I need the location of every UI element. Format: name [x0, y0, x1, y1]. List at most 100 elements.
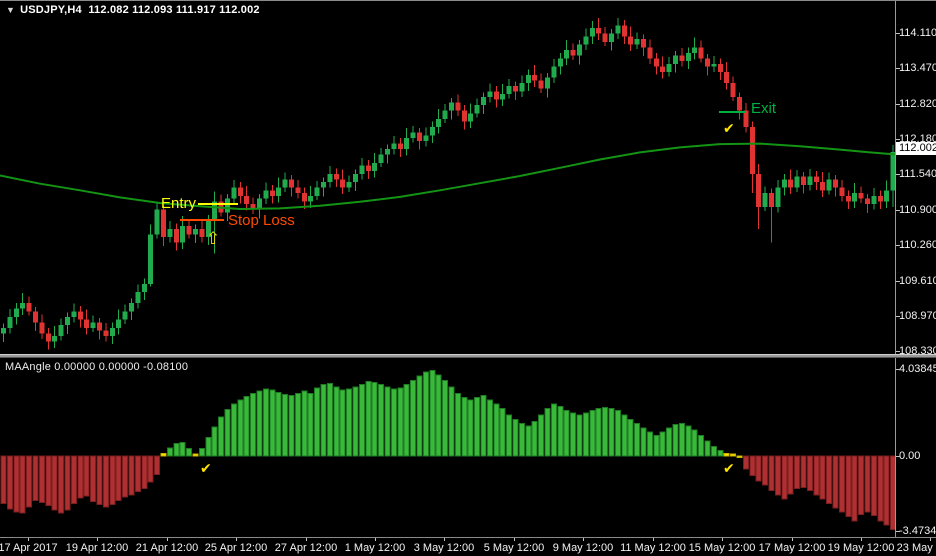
candlestick — [750, 122, 755, 194]
histogram-bar — [391, 389, 396, 456]
candlestick — [743, 103, 748, 133]
histogram-bar — [865, 456, 870, 512]
histogram-bar — [46, 456, 51, 506]
candlestick — [321, 178, 326, 197]
time-axis-label: 1 May 12:00 — [345, 542, 406, 554]
histogram-bar — [596, 408, 601, 456]
histogram-bar — [519, 424, 524, 456]
histogram-bar — [327, 384, 332, 456]
histogram-bar — [225, 410, 230, 456]
candlestick — [846, 190, 851, 209]
axis-tick — [167, 538, 168, 541]
histogram-bar — [436, 375, 441, 456]
ohlc-values: 112.082 112.093 111.917 112.002 — [88, 4, 259, 16]
histogram-bar — [1, 456, 6, 504]
candlestick — [756, 164, 761, 229]
candlestick — [526, 69, 531, 90]
symbol-period-label: USDJPY,H4 — [20, 4, 82, 16]
histogram-bar — [443, 380, 448, 456]
candlestick — [289, 175, 294, 196]
histogram-bar — [545, 408, 550, 456]
candlestick — [263, 183, 268, 204]
candlestick — [334, 168, 339, 187]
time-axis-label: 27 Apr 12:00 — [275, 542, 337, 554]
candlestick — [404, 128, 409, 156]
candlestick — [199, 221, 204, 242]
candlestick — [430, 122, 435, 143]
candlestick — [737, 92, 742, 119]
chart-menu-icon[interactable]: ▼ — [6, 5, 15, 15]
axis-tick — [896, 281, 900, 282]
candlestick — [775, 180, 780, 212]
candlestick — [564, 40, 569, 65]
histogram-bar — [315, 388, 320, 456]
histogram-bar — [577, 415, 582, 456]
histogram-bar — [551, 404, 556, 456]
candlestick — [551, 59, 556, 83]
histogram-bar — [788, 456, 793, 494]
histogram-bar — [679, 424, 684, 456]
candlestick — [65, 312, 70, 333]
candlestick — [731, 76, 736, 101]
candlestick — [763, 186, 768, 211]
time-axis-label: 9 May 12:00 — [553, 542, 614, 554]
histogram-bar — [769, 456, 774, 491]
histogram-bar — [270, 390, 275, 456]
histogram-bar — [14, 456, 19, 512]
candlestick — [609, 29, 614, 50]
candlestick — [398, 138, 403, 157]
axis-tick — [896, 531, 900, 532]
exit-marker-label[interactable]: Exit — [751, 100, 776, 117]
stop-loss-marker-label[interactable]: Stop Loss — [228, 212, 295, 229]
histogram-bar — [123, 456, 128, 497]
indicator-name-readout: MAAngle 0.00000 0.00000 -0.08100 — [5, 361, 188, 373]
histogram-bar — [167, 448, 172, 456]
histogram-bar — [78, 456, 83, 498]
candlestick — [820, 172, 825, 197]
histogram-bar — [97, 456, 102, 505]
candlestick — [7, 309, 12, 333]
candlestick — [673, 51, 678, 72]
check-icon: ✔ — [200, 460, 212, 477]
histogram-bar — [814, 456, 819, 495]
panel-splitter[interactable] — [0, 354, 936, 358]
histogram-bar — [647, 432, 652, 456]
candlestick — [295, 180, 300, 199]
histogram-bar — [667, 428, 672, 456]
candlestick — [148, 224, 153, 286]
candlestick — [123, 305, 128, 324]
price-axis-label: 110.260 — [899, 239, 936, 251]
entry-marker-label[interactable]: Entry — [148, 195, 196, 212]
histogram-bar — [628, 419, 633, 456]
candlestick — [795, 170, 800, 192]
candlestick — [46, 328, 51, 349]
histogram-bar — [801, 456, 806, 487]
histogram-bar — [641, 428, 646, 456]
candlestick — [391, 136, 396, 155]
moving-average-line[interactable] — [0, 144, 896, 209]
candlestick — [692, 37, 697, 59]
candlestick — [174, 223, 179, 250]
histogram-bar — [743, 456, 748, 469]
candlestick — [238, 182, 243, 203]
histogram-bar — [839, 456, 844, 512]
histogram-bar — [750, 456, 755, 475]
histogram-bar — [404, 385, 409, 456]
candlestick — [711, 56, 716, 72]
candlestick — [231, 180, 236, 204]
time-axis-label: 11 May 12:00 — [620, 542, 686, 554]
maangle-indicator-plot[interactable] — [0, 359, 896, 537]
histogram-bar — [33, 456, 38, 500]
histogram-bar — [884, 456, 889, 525]
histogram-bar — [263, 389, 268, 456]
histogram-bar — [635, 424, 640, 456]
candlestick — [500, 84, 505, 106]
histogram-bar — [532, 421, 537, 456]
time-axis-label: 23 May 12:00 — [897, 542, 936, 554]
axis-tick — [653, 538, 654, 541]
histogram-bar — [238, 400, 243, 456]
price-chart-plot[interactable] — [0, 1, 896, 356]
histogram-bar — [417, 376, 422, 456]
candlestick — [167, 221, 172, 242]
candlestick — [782, 174, 787, 195]
